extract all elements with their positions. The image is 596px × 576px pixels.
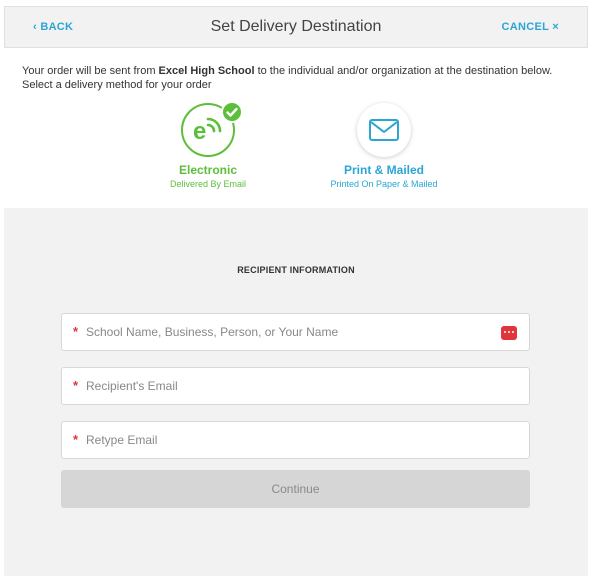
page-header: ‹ BACK Set Delivery Destination CANCEL × <box>4 6 588 48</box>
recipient-email-field[interactable]: * <box>61 367 530 405</box>
continue-button[interactable]: Continue <box>61 470 530 508</box>
page-title: Set Delivery Destination <box>210 18 382 35</box>
recipient-name-input[interactable] <box>86 314 496 350</box>
mail-icon-circle <box>357 103 411 157</box>
school-name-field[interactable]: * <box>61 313 530 351</box>
required-marker: * <box>73 324 79 339</box>
password-manager-icon[interactable] <box>501 326 517 340</box>
retype-email-input[interactable] <box>86 422 496 458</box>
intro-school: Excel High School <box>158 65 255 77</box>
electronic-label: Electronic <box>178 163 238 177</box>
intro-text: Your order will be sent from Excel High … <box>22 64 567 92</box>
delivery-option-print-mailed[interactable]: Print & Mailed Printed On Paper & Mailed <box>316 103 452 189</box>
delivery-option-electronic[interactable]: e Electronic Delivered By Email <box>160 101 256 189</box>
section-title: RECIPIENT INFORMATION <box>237 265 355 275</box>
svg-text:e: e <box>193 118 206 145</box>
print-mailed-label: Print & Mailed <box>343 163 424 177</box>
recipient-email-input[interactable] <box>86 368 496 404</box>
recipient-form-panel: RECIPIENT INFORMATION * * * Continue <box>4 208 588 576</box>
required-marker: * <box>73 432 79 447</box>
electronic-sublabel: Delivered By Email <box>169 179 247 189</box>
required-marker: * <box>73 378 79 393</box>
check-icon <box>221 101 243 123</box>
electronic-icon-circle: e <box>181 101 243 157</box>
print-mailed-sublabel: Printed On Paper & Mailed <box>330 179 438 189</box>
intro-prefix: Your order will be sent from <box>22 65 159 77</box>
cancel-button[interactable]: CANCEL × <box>501 21 559 33</box>
retype-email-field[interactable]: * <box>61 421 530 459</box>
envelope-icon <box>369 119 399 141</box>
